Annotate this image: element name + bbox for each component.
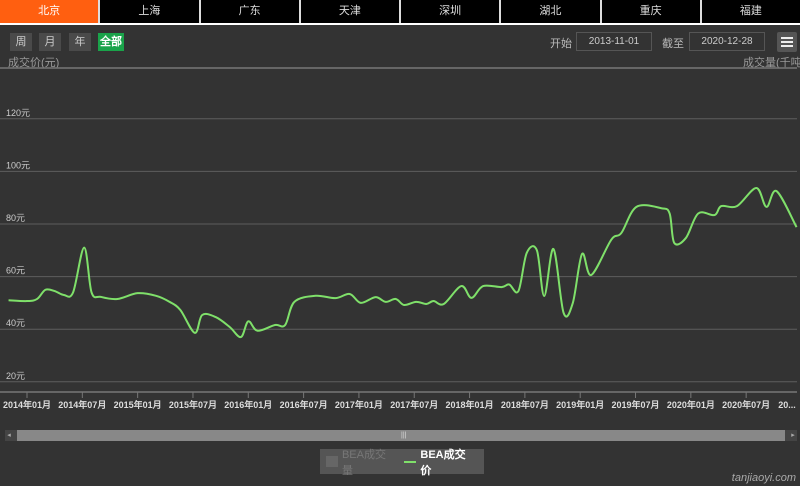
grip-icon: |||	[401, 432, 407, 439]
y-tick-label: 100元	[6, 160, 30, 170]
series-line-bea-price	[8, 186, 798, 339]
x-tick-label: 2017年01月	[335, 399, 383, 410]
price-line-swatch-icon	[404, 460, 417, 463]
scrollbar[interactable]: ◂ ||| ▸	[5, 430, 797, 441]
y-tick-label: 120元	[6, 108, 30, 118]
legend-label: BEA成交价	[420, 448, 466, 477]
x-tick-label: 20...	[778, 400, 796, 410]
tab-6[interactable]: 重庆	[601, 0, 702, 23]
watermark: tanjiaoyi.com	[731, 472, 796, 484]
tab-5[interactable]: 湖北	[501, 0, 602, 23]
tab-0[interactable]: 北京	[0, 0, 101, 23]
region-tabs: 北京 上海 广东 天津 深圳 湖北 重庆 福建	[0, 0, 800, 23]
tab-3[interactable]: 天津	[300, 0, 401, 23]
chart-panel: 周 月 年 全部 开始 2013-11-01 截至 2020-12-28 成交价…	[0, 25, 800, 486]
y-tick-label: 20元	[6, 371, 25, 381]
scroll-right-arrow-icon[interactable]: ▸	[789, 430, 797, 441]
x-tick-label: 2015年07月	[169, 399, 217, 410]
x-tick-label: 2014年07月	[58, 399, 106, 410]
x-tick-label: 2016年07月	[280, 399, 328, 410]
x-tick-label: 2019年01月	[556, 399, 604, 410]
scrollbar-thumb[interactable]: |||	[17, 430, 785, 441]
tab-2[interactable]: 广东	[200, 0, 301, 23]
legend-item-price[interactable]: BEA成交价	[404, 446, 472, 478]
legend-item-volume[interactable]: BEA成交量	[326, 446, 392, 478]
x-tick-label: 2018年01月	[446, 399, 494, 410]
tab-1[interactable]: 上海	[100, 0, 201, 23]
x-tick-label: 2020年07月	[722, 399, 770, 410]
x-tick-label: 2017年07月	[390, 399, 438, 410]
x-tick-label: 2015年01月	[114, 399, 162, 410]
x-tick-label: 2018年07月	[501, 399, 549, 410]
x-tick-label: 2020年01月	[667, 399, 715, 410]
legend-label: BEA成交量	[341, 448, 386, 477]
tab-7[interactable]: 福建	[701, 0, 800, 23]
x-tick-label: 2016年01月	[224, 399, 272, 410]
legend: BEA成交量 BEA成交价	[320, 449, 484, 477]
x-tick-label: 2014年01月	[3, 399, 51, 410]
volume-swatch-icon	[326, 456, 338, 467]
tab-4[interactable]: 深圳	[401, 0, 502, 23]
y-tick-label: 80元	[6, 213, 25, 223]
scroll-left-arrow-icon[interactable]: ◂	[5, 430, 13, 441]
y-tick-label: 60元	[6, 266, 25, 276]
y-tick-label: 40元	[6, 318, 25, 328]
x-tick-label: 2019年07月	[611, 399, 659, 410]
price-chart: 20元 40元 60元 80元 100元 120元 2014年01月 2014年07月 2015…	[0, 67, 798, 410]
